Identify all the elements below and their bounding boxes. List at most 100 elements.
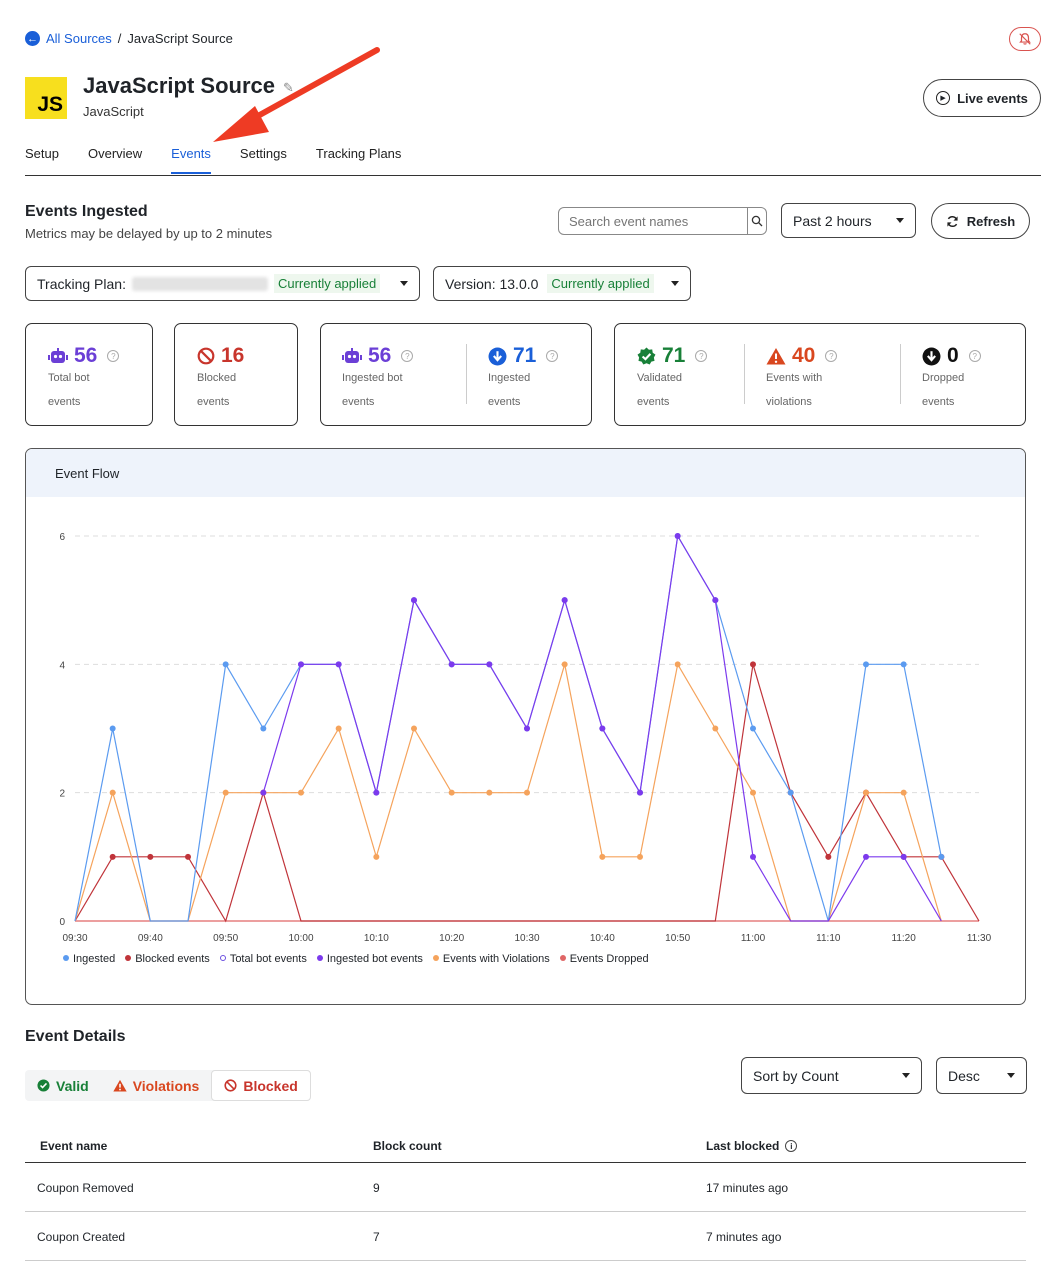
data-point	[787, 789, 794, 796]
metric-label: events	[197, 396, 230, 408]
verified-badge-icon	[637, 347, 656, 365]
metric-blocked: 16 Blocked events	[197, 344, 244, 414]
metric-value: 40	[792, 344, 816, 367]
help-icon[interactable]: ?	[107, 350, 120, 362]
chevron-down-icon	[1007, 1073, 1015, 1078]
sort-value: Sort by Count	[753, 1067, 839, 1084]
x-tick-label: 10:50	[665, 933, 690, 944]
x-tick-label: 11:00	[741, 933, 766, 944]
version-select[interactable]: Version: 13.0.0 Currently applied	[433, 266, 691, 301]
check-circle-icon	[37, 1079, 50, 1092]
data-point	[260, 725, 267, 732]
data-point	[712, 725, 719, 732]
search-input[interactable]	[559, 208, 747, 234]
x-tick-label: 09:40	[138, 933, 163, 944]
legend-item[interactable]: Total bot events	[219, 953, 307, 965]
filter-valid[interactable]: Valid	[25, 1070, 101, 1101]
filter-label: Blocked	[243, 1077, 298, 1094]
data-point	[674, 661, 681, 668]
data-point	[599, 853, 606, 860]
x-tick-label: 10:00	[288, 933, 313, 944]
last-blocked-cell: 17 minutes ago	[706, 1180, 789, 1195]
tracking-plan-name-blurred	[131, 276, 268, 291]
mute-notifications-button[interactable]	[1009, 27, 1041, 51]
refresh-button[interactable]: Refresh	[931, 203, 1030, 239]
legend-item[interactable]: Ingested	[63, 953, 115, 965]
column-header-event-name[interactable]: Event name	[40, 1139, 107, 1153]
data-point	[674, 533, 681, 539]
data-point	[712, 597, 719, 604]
annotation-arrow-icon	[213, 47, 380, 142]
data-point	[335, 725, 342, 732]
data-point	[298, 789, 304, 796]
breadcrumb-all-sources-link[interactable]: All Sources	[46, 31, 112, 46]
events-ingested-title: Events Ingested	[25, 203, 148, 220]
table-row[interactable]: Coupon Created 7 7 minutes ago	[25, 1213, 1026, 1261]
metric-label: Validated	[637, 372, 683, 384]
x-tick-label: 10:10	[364, 933, 389, 944]
legend-item[interactable]: Blocked events	[125, 953, 210, 965]
x-tick-label: 09:50	[213, 933, 238, 944]
x-tick-label: 11:20	[892, 933, 917, 944]
help-icon[interactable]: ?	[401, 350, 414, 362]
chevron-down-icon	[671, 281, 679, 286]
last-blocked-cell: 7 minutes ago	[706, 1229, 782, 1244]
tracking-plan-select[interactable]: Tracking Plan: Currently applied	[25, 266, 420, 301]
breadcrumb-separator: /	[117, 31, 122, 46]
x-tick-label: 10:30	[514, 933, 539, 944]
help-icon[interactable]: ?	[825, 350, 838, 362]
info-icon[interactable]: i	[785, 1140, 798, 1152]
tracking-plan-status-badge: Currently applied	[273, 274, 381, 293]
y-tick-label: 2	[59, 789, 65, 800]
time-range-select[interactable]: Past 2 hours	[781, 203, 916, 238]
data-point	[637, 853, 643, 860]
filter-blocked[interactable]: Blocked	[211, 1070, 311, 1101]
back-arrow-icon[interactable]: ←	[25, 31, 40, 46]
data-point	[938, 853, 945, 860]
data-point	[411, 725, 417, 732]
legend-item[interactable]: Events Dropped	[559, 953, 649, 965]
legend-label: Total bot events	[229, 953, 307, 965]
data-point	[900, 789, 907, 796]
data-point	[411, 597, 417, 604]
search-button[interactable]	[747, 208, 766, 234]
x-tick-label: 11:30	[967, 933, 992, 944]
column-header-last-blocked[interactable]: Last blocked i	[706, 1139, 798, 1153]
column-header-block-count[interactable]: Block count	[373, 1139, 442, 1153]
blocked-icon	[197, 347, 215, 365]
metric-card-validation: 71 ? Validated events 40 ? Events with vio…	[614, 323, 1026, 426]
filter-label: Violations	[132, 1077, 200, 1094]
data-point	[750, 661, 756, 668]
event-name-cell: Coupon Created	[37, 1229, 126, 1244]
sort-select[interactable]: Sort by Count	[741, 1057, 922, 1094]
legend-item[interactable]: Ingested bot events	[316, 953, 423, 965]
event-flow-chart: 0 2 4 6 09:30 09:40 09:50 10:00 10:10 10:20 10:30 1…	[59, 532, 992, 944]
help-icon[interactable]: ?	[546, 350, 559, 362]
tabs-divider	[25, 175, 1041, 176]
y-tick-label: 0	[59, 917, 65, 928]
metric-label: events	[637, 396, 670, 408]
event-details-title: Event Details	[25, 1028, 126, 1045]
legend-dot	[125, 955, 132, 961]
metric-label: Dropped	[922, 372, 965, 384]
event-filter-tabs: Valid Violations Blocked	[25, 1070, 311, 1101]
column-header-label: Last blocked	[706, 1139, 780, 1153]
help-icon[interactable]: ?	[695, 350, 708, 362]
data-point	[750, 789, 756, 796]
tab-overview[interactable]: Overview	[88, 146, 142, 174]
legend-label: Events with Violations	[442, 953, 550, 965]
order-select[interactable]: Desc	[936, 1057, 1027, 1094]
table-row[interactable]: Coupon Removed 9 17 minutes ago	[25, 1164, 1026, 1212]
tab-setup[interactable]: Setup	[25, 146, 59, 174]
chevron-down-icon	[400, 281, 408, 286]
help-icon[interactable]: ?	[968, 350, 981, 362]
x-tick-label: 09:30	[62, 933, 87, 944]
metric-label: events	[342, 396, 375, 408]
order-value: Desc	[948, 1067, 980, 1084]
legend-item[interactable]: Events with Violations	[432, 953, 550, 965]
metric-label: events	[48, 396, 81, 408]
x-tick-label: 10:20	[439, 933, 464, 944]
live-events-button[interactable]: ▶ Live events	[923, 79, 1041, 117]
filter-violations[interactable]: Violations	[101, 1070, 212, 1101]
data-point	[561, 661, 568, 668]
